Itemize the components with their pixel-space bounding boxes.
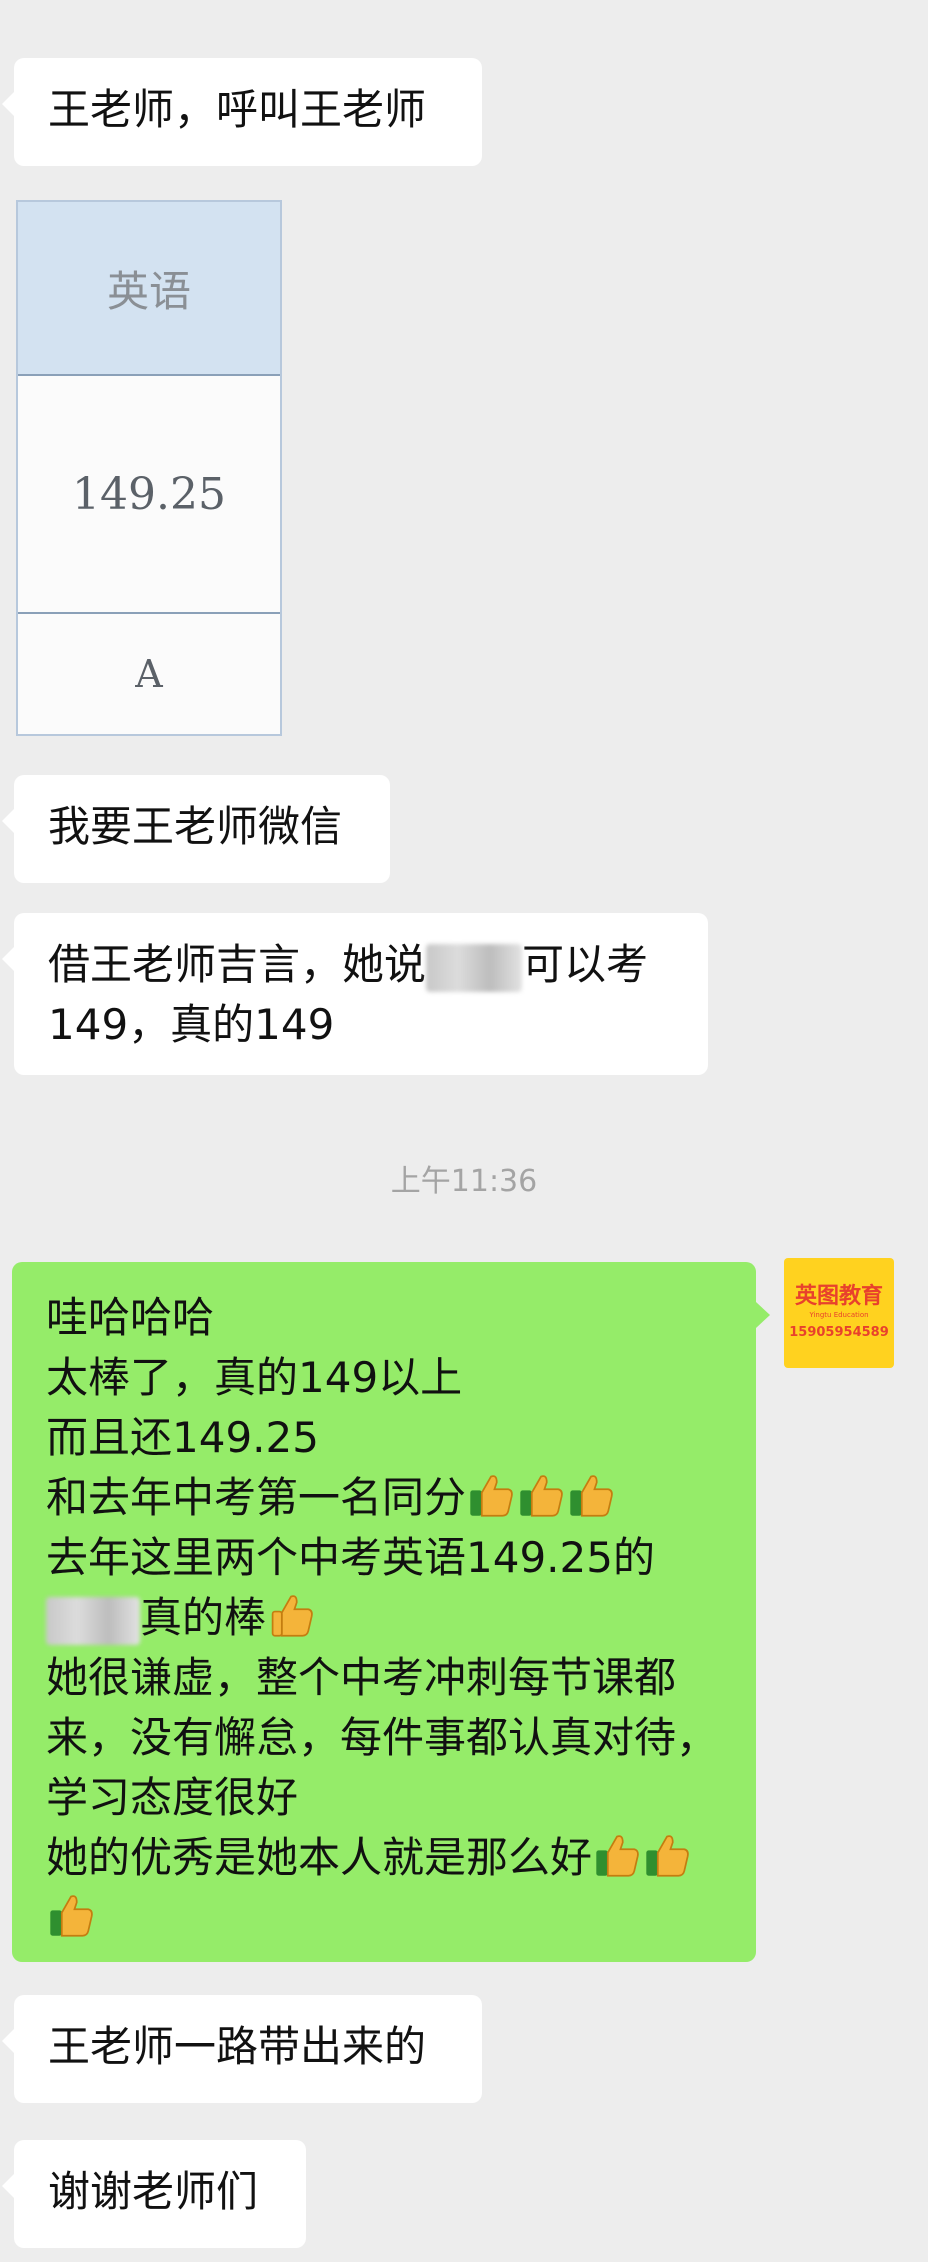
message-text: 王老师一路带出来的 — [48, 2022, 427, 2071]
thumbs-up-icon — [596, 1835, 639, 1877]
thumbs-up-icon — [50, 1895, 93, 1937]
message-line: 借王老师吉言，她说 可以考 — [48, 935, 674, 995]
message-bubble-incoming[interactable]: 谢谢老师们 — [2, 2140, 306, 2248]
message-line — [46, 1888, 722, 1948]
message-bubble-outgoing[interactable]: 哇哈哈哈 太棒了，真的149以上 而且还149.25 和去年中考第一名同分 去年… — [12, 1262, 770, 1962]
message-line: 她的优秀是她本人就是那么好 — [46, 1828, 722, 1888]
message-line: 和去年中考第一名同分 — [46, 1468, 722, 1528]
message-line: 去年这里两个中考英语149.25的 — [46, 1533, 655, 1582]
avatar-brand: 英图教育 — [794, 1284, 883, 1309]
thumbs-up-icon — [570, 1475, 613, 1517]
thumbs-up-icon — [271, 1595, 313, 1637]
message-line: 太棒了，真的149以上 — [46, 1353, 463, 1402]
chat-timestamp: 上午11:36 — [390, 1164, 538, 1199]
avatar-subtitle: Yingtu Education — [809, 1311, 869, 1319]
message-line: 149，真的149 — [48, 1000, 335, 1049]
thumbs-up-icon — [470, 1475, 513, 1517]
message-text: 借王老师吉言，她说 — [48, 940, 427, 989]
message-text: 谢谢老师们 — [48, 2167, 259, 2216]
message-text: 真的棒 — [140, 1593, 267, 1642]
message-line: 而且还149.25 — [46, 1413, 319, 1462]
message-bubble-incoming[interactable]: 我要王老师微信 — [2, 775, 390, 883]
message-line: 来，没有懈怠，每件事都认真对待， — [46, 1713, 719, 1762]
avatar-phone: 15905954589 — [789, 1325, 889, 1340]
score-card-grade: A — [135, 652, 163, 696]
score-card-score: 149.25 — [18, 376, 280, 614]
message-text: 可以考 — [522, 940, 649, 989]
message-bubble-incoming[interactable]: 王老师一路带出来的 — [2, 1995, 482, 2103]
thumbs-up-icon — [520, 1475, 563, 1517]
message-text: 我要王老师微信 — [48, 802, 343, 851]
message-text: 和去年中考第一名同分 — [46, 1473, 467, 1522]
message-bubble-incoming[interactable]: 王老师，呼叫王老师 — [2, 58, 482, 166]
message-line: 她很谦虚，整个中考冲刺每节课都 — [46, 1653, 677, 1702]
thumbs-up-icon — [646, 1835, 689, 1877]
message-line: 真的棒 — [46, 1588, 722, 1648]
message-text: 她的优秀是她本人就是那么好 — [46, 1833, 593, 1882]
message-line: 学习态度很好 — [46, 1773, 299, 1822]
score-card-image[interactable]: 英语 149.25 A — [16, 200, 282, 736]
message-bubble-incoming[interactable]: 借王老师吉言，她说 可以考 149，真的149 — [2, 913, 708, 1075]
redacted-name — [426, 943, 523, 992]
score-card-subject: 英语 — [18, 202, 280, 376]
sender-avatar[interactable]: 英图教育 Yingtu Education 15905954589 — [784, 1258, 894, 1368]
message-text: 王老师，呼叫王老师 — [48, 85, 427, 134]
redacted-name — [46, 1596, 140, 1645]
message-line: 哇哈哈哈 — [46, 1293, 215, 1342]
